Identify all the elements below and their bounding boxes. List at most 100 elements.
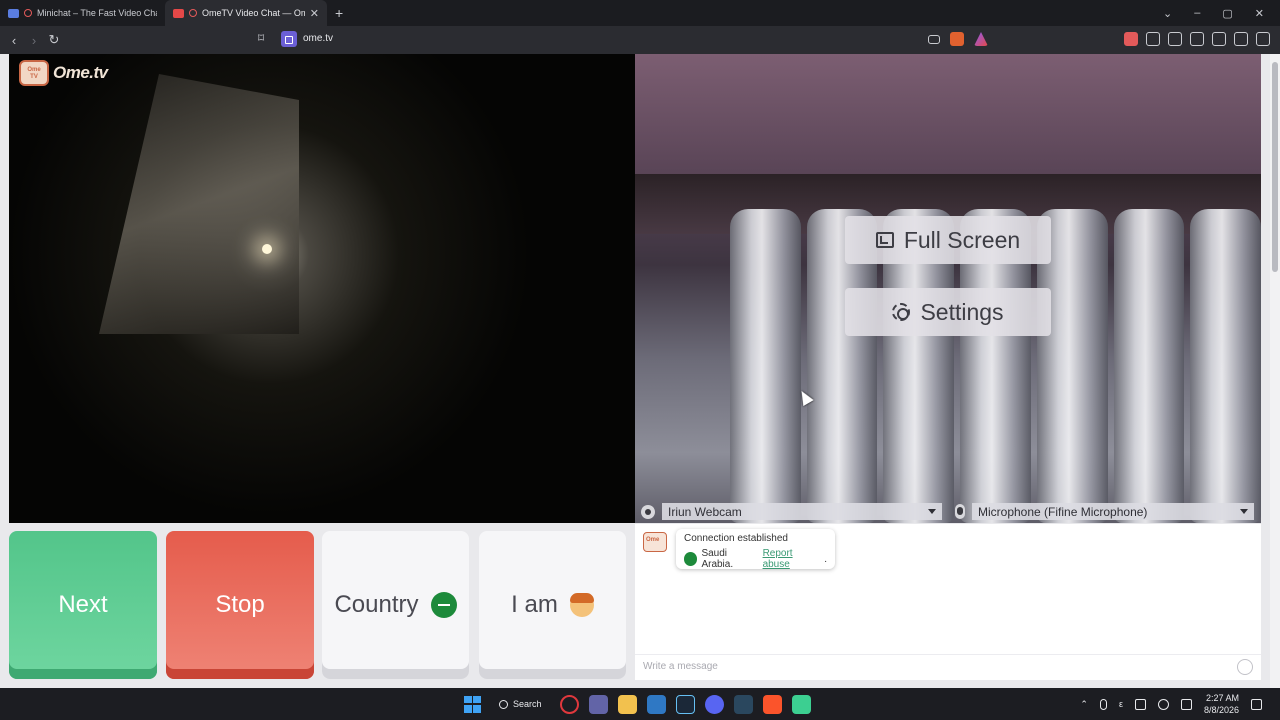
sidebar-icon[interactable] [1168,32,1182,46]
volume-icon[interactable] [1157,698,1169,710]
notification-icon[interactable] [1251,698,1262,710]
message-input[interactable] [643,661,1203,672]
file-explorer-icon[interactable] [617,694,637,714]
taskbar-apps: Search [464,694,811,714]
menu-icon[interactable] [1256,32,1270,46]
close-tab-icon[interactable]: ✕ [310,7,319,20]
chat-panel: Connection established Saudi Arabia. Rep… [635,524,1261,680]
microphone-icon [955,504,965,519]
message-bar [635,654,1261,680]
brave-shield-icon[interactable] [950,32,964,46]
discord-icon[interactable] [704,694,724,714]
saudi-flag-icon [684,552,698,566]
mail-icon[interactable] [646,694,666,714]
fullscreen-label: Full Screen [903,226,1021,253]
tab-title: Minichat – The Fast Video Chat [37,8,157,18]
close-window-icon[interactable]: ✕ [1255,7,1264,20]
taskbar-search[interactable]: Search [491,694,550,714]
tv-logo-icon [19,60,49,86]
back-icon[interactable]: ‹ [4,33,24,48]
video-light [262,244,272,254]
ometv-favicon-icon [173,8,184,18]
report-abuse-link[interactable]: Report abuse [763,548,821,570]
stop-button[interactable]: Stop [166,531,314,679]
partner-country: Saudi Arabia. [701,548,734,570]
fullscreen-button[interactable]: Full Screen [845,216,1051,264]
wallet-icon[interactable] [1190,32,1204,46]
steam-icon[interactable] [675,694,695,714]
start-icon[interactable] [464,695,481,713]
self-video: Full Screen Settings Iriun Webcam Microp… [635,54,1261,523]
teams-icon[interactable] [588,694,608,714]
tray-overflow-icon[interactable]: ⌃ [1080,699,1088,710]
camera-select[interactable]: Iriun Webcam [662,503,942,520]
reload-icon[interactable]: ↻ [44,32,64,48]
connection-status: Connection established [684,533,788,544]
scrollbar-thumb[interactable] [1272,62,1278,272]
partner-video: Ome.tv [9,54,635,523]
vpn-icon[interactable] [1234,32,1248,46]
video-scene [99,74,299,334]
network-icon[interactable] [1134,698,1146,710]
tab-list-chevron-icon[interactable]: ⌄ [1163,7,1172,20]
system-tray: ⌃ ε 2:27 AM 8/8/2026 [1080,692,1262,716]
record-extension-icon[interactable] [1124,32,1138,46]
extensions-puzzle-icon[interactable] [1146,32,1160,46]
restore-icon[interactable]: ▢ [1222,7,1232,20]
tab-minichat[interactable]: Minichat – The Fast Video Chat [0,0,165,26]
brave-icon[interactable] [762,694,782,714]
bookmark-icon[interactable]: ⌑ [258,31,264,45]
language-indicator[interactable]: ε [1119,699,1123,709]
minimize-icon[interactable]: – [1194,7,1200,19]
clock-date: 8/8/2026 [1203,705,1239,715]
ometv-logo[interactable]: Ome.tv [19,60,108,86]
gear-icon [892,303,911,321]
webcam-icon [641,504,655,519]
stop-label: Stop [215,591,265,618]
settings-label: Settings [920,298,1004,325]
chevron-down-icon [928,509,936,514]
search-label: Search [513,699,542,709]
address-bar: ‹ › ↻ ⌑ ome.tv [0,26,1280,54]
device-bar: Iriun Webcam Microphone (Fifine Micropho… [635,500,1261,523]
tab-title: OmeTV Video Chat — Omeg [202,8,305,18]
microphone-select-value: Microphone (Fifine Microphone) [978,504,1148,519]
microphone-select[interactable]: Microphone (Fifine Microphone) [972,503,1254,520]
recording-icon [189,9,197,17]
page-content: Ome.tv Full Screen Settings Iriun Webcam… [0,54,1280,688]
search-icon [499,699,508,709]
app-icon[interactable] [791,694,811,714]
cast-icon[interactable] [928,34,940,44]
site-info-icon[interactable] [281,31,297,47]
ometv-chat-logo-icon [643,532,667,552]
browser-tab-bar: Minichat – The Fast Video Chat OmeTV Vid… [0,0,1280,26]
next-button[interactable]: Next [9,531,157,679]
emoji-icon[interactable] [1237,659,1253,675]
clock[interactable]: 2:27 AM 8/8/2026 [1204,692,1239,716]
steam-alt-icon[interactable] [733,694,753,714]
microphone-tray-icon[interactable] [1099,698,1107,710]
leo-icon[interactable] [1212,32,1226,46]
page-scrollbar[interactable] [1270,54,1280,688]
clock-time: 2:27 AM [1205,693,1239,703]
system-message: Connection established Saudi Arabia. Rep… [676,529,835,570]
report-suffix: . [824,553,827,565]
windows-taskbar: Search ⌃ ε 2:27 AM 8/8/2026 [0,688,1280,720]
opera-icon[interactable] [559,694,579,714]
minichat-favicon-icon [8,8,19,18]
battery-icon[interactable] [1180,698,1192,710]
chevron-down-icon [1240,509,1248,514]
recording-icon [24,9,32,17]
rewards-icon[interactable] [974,32,988,46]
new-tab-button[interactable]: + [335,5,343,21]
address-actions [928,32,988,46]
url-field[interactable]: ome.tv [303,33,333,44]
boy-face-icon [569,593,594,617]
camera-select-value: Iriun Webcam [668,504,742,519]
settings-button[interactable]: Settings [845,288,1051,336]
tab-ometv[interactable]: OmeTV Video Chat — Omeg ✕ [165,0,327,26]
country-label: Country [334,591,419,618]
gender-button[interactable]: I am [479,531,626,679]
country-button[interactable]: Country [322,531,469,679]
forward-icon[interactable]: › [24,33,44,48]
